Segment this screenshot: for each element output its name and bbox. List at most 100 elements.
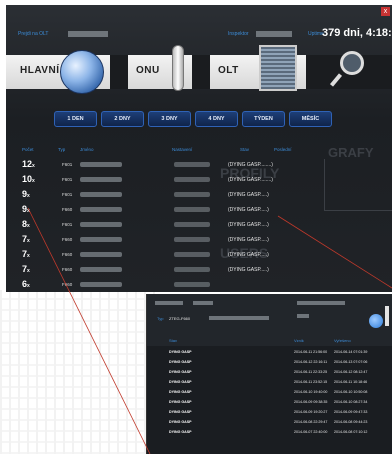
link-inspector[interactable]: Inspektor: [228, 31, 249, 37]
main-window: Prejdi na OLT Inspektor Uptime 379 dni, …: [6, 5, 392, 292]
detail-row[interactable]: DYING GASP 2014-06-07 22:40:00 2014-06-08 …: [147, 428, 392, 437]
detail-col-status: Stav: [169, 338, 178, 343]
detail-row-to: 2014-06-10 08:27:34: [334, 400, 368, 404]
row-count: 9x: [22, 189, 30, 199]
detail-row[interactable]: DYING GASP 2014-06-11 22:33:25 2014-06-12 …: [147, 368, 392, 377]
search-icon[interactable]: [340, 51, 364, 75]
row-status: (DYING GASP.....): [228, 252, 269, 258]
col-header-settings: Nastavení: [172, 147, 193, 152]
row-count: 6x: [22, 279, 30, 289]
row-settings-redacted: [174, 192, 210, 197]
period-4-dny[interactable]: 4 DNY: [195, 111, 238, 127]
row-name-redacted: [80, 192, 122, 197]
table-row[interactable]: 10x F601 (DYING GASP........): [6, 173, 306, 187]
detail-row[interactable]: DYING GASP 2014-06-11 23:52:15 2014-06-11 …: [147, 378, 392, 387]
table-row[interactable]: 9x F601 (DYING GASP.....): [6, 188, 306, 202]
onu-device-icon[interactable]: [172, 45, 184, 91]
olt-device-icon[interactable]: [259, 45, 297, 91]
detail-row-to: 2014-06-12 08:12:47: [334, 370, 368, 374]
row-status: (DYING GASP.....): [228, 267, 269, 273]
detail-col-from: Vznik: [294, 338, 304, 343]
detail-row-to: 2014-06-08 07:10:12: [334, 430, 368, 434]
detail-row-from: 2014-06-10 19:40:00: [294, 390, 328, 394]
nav-item-onu[interactable]: ONU: [136, 65, 160, 76]
background-pattern: [0, 290, 160, 454]
detail-row-from: 2014-06-09 19:20:27: [294, 410, 328, 414]
row-name-redacted: [80, 267, 122, 272]
redacted-field: [193, 301, 213, 305]
row-settings-redacted: [174, 162, 210, 167]
period-3-dny[interactable]: 3 DNY: [148, 111, 191, 127]
detail-row-to: 2014-06-14 07:01:39: [334, 350, 368, 354]
detail-header: Typ ZTEG-F660 Stav Vznik Vyřešeno: [147, 294, 392, 346]
detail-row[interactable]: DYING GASP 2014-06-11 21:56:00 2014-06-14 …: [147, 348, 392, 357]
detail-row-to: 2014-06-10 10:50:08: [334, 390, 368, 394]
scrollbar-thumb[interactable]: [385, 306, 389, 326]
uptime-value: 379 dni, 4:18:35: [322, 27, 392, 39]
row-type: F660: [62, 282, 73, 287]
col-header-last: Poslední: [274, 147, 292, 152]
row-settings-redacted: [174, 222, 210, 227]
refresh-icon[interactable]: [369, 314, 383, 328]
row-settings-redacted: [174, 207, 210, 212]
row-settings-redacted: [174, 177, 210, 182]
table-row[interactable]: 8x F601 (DYING GASP.....): [6, 218, 306, 232]
row-status: (DYING GASP.....): [228, 222, 269, 228]
detail-row-to: 2014-06-11 10:18:46: [334, 380, 368, 384]
redacted-field: [209, 316, 269, 320]
link-olt[interactable]: Prejdi na OLT: [18, 31, 48, 37]
detail-row-from: 2014-06-08 22:29:47: [294, 420, 328, 424]
period-1-den[interactable]: 1 DEN: [54, 111, 97, 127]
detail-row-from: 2014-06-11 21:56:00: [294, 350, 328, 354]
detail-row-to: 2014-06-09 09:47:33: [334, 410, 368, 414]
detail-row[interactable]: DYING GASP 2014-06-08 22:29:47 2014-06-08 …: [147, 418, 392, 427]
nav-separator: [192, 55, 210, 89]
period-mesic[interactable]: MĚSÍC: [289, 111, 332, 127]
row-type: F660: [62, 237, 73, 242]
detail-row-status: DYING GASP: [169, 380, 192, 384]
row-status: (DYING GASP.....): [228, 207, 269, 213]
olt-name-redacted: [68, 31, 108, 37]
row-type: F660: [62, 207, 73, 212]
detail-row[interactable]: DYING GASP 2014-06-12 22:16:11 2014-06-13 …: [147, 358, 392, 367]
detail-row-from: 2014-06-07 22:40:00: [294, 430, 328, 434]
detail-row[interactable]: DYING GASP 2014-06-10 19:40:00 2014-06-10 …: [147, 388, 392, 397]
table-row[interactable]: 7x F660 (DYING GASP.....): [6, 248, 306, 262]
nav-separator: [110, 55, 128, 89]
row-name-redacted: [80, 222, 122, 227]
row-count: 12x: [22, 159, 35, 169]
table-row[interactable]: 6x F660: [6, 278, 306, 292]
table-row[interactable]: 7x F660 (DYING GASP.....): [6, 233, 306, 247]
nav-item-olt[interactable]: OLT: [218, 65, 239, 76]
detail-type-label: Typ: [157, 316, 164, 321]
detail-row-to: 2014-06-13 07:07:06: [334, 360, 368, 364]
row-status: (DYING GASP........): [228, 162, 273, 168]
row-name-redacted: [80, 162, 122, 167]
detail-row-status: DYING GASP: [169, 400, 192, 404]
detail-row-from: 2014-06-11 23:52:15: [294, 380, 328, 384]
row-settings-redacted: [174, 267, 210, 272]
row-name-redacted: [80, 252, 122, 257]
detail-col-to: Vyřešeno: [334, 338, 351, 343]
row-count: 8x: [22, 219, 30, 229]
row-settings-redacted: [174, 282, 210, 287]
row-type: F601: [62, 192, 73, 197]
row-settings-redacted: [174, 237, 210, 242]
nav-item-hlavni[interactable]: HLAVNÍ: [20, 65, 59, 76]
col-header-status: Stav: [240, 147, 250, 152]
period-2-dny[interactable]: 2 DNY: [101, 111, 144, 127]
detail-row[interactable]: DYING GASP 2014-06-09 19:20:27 2014-06-09 …: [147, 408, 392, 417]
period-selector: 1 DEN 2 DNY 3 DNY 4 DNY TÝDEN MĚSÍC: [54, 111, 332, 127]
table-row[interactable]: 9x F660 (DYING GASP.....): [6, 203, 306, 217]
detail-row-status: DYING GASP: [169, 410, 192, 414]
close-icon[interactable]: x: [381, 7, 390, 16]
globe-icon[interactable]: [60, 50, 104, 94]
row-count: 7x: [22, 234, 30, 244]
table-row[interactable]: 7x F660 (DYING GASP.....): [6, 263, 306, 277]
row-name-redacted: [80, 237, 122, 242]
period-tyden[interactable]: TÝDEN: [242, 111, 285, 127]
table-row[interactable]: 12x F601 (DYING GASP........): [6, 158, 306, 172]
detail-row[interactable]: DYING GASP 2014-06-09 09:38:35 2014-06-10 …: [147, 398, 392, 407]
row-name-redacted: [80, 282, 122, 287]
detail-row-status: DYING GASP: [169, 420, 192, 424]
